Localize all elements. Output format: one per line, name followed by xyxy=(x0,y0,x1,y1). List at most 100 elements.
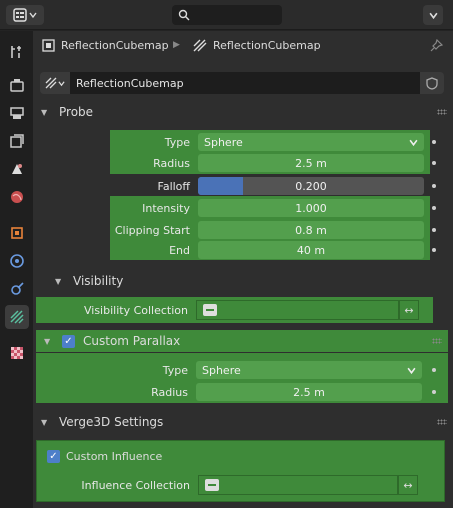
properties-tabs xyxy=(0,31,33,508)
panel-custom-parallax-header[interactable]: ▼ ✓ Custom Parallax xyxy=(36,330,448,352)
parallax-radius-row: Radius 2.5 m xyxy=(36,383,448,401)
keyframe-dot[interactable] xyxy=(432,248,436,252)
physics-icon xyxy=(10,254,24,268)
probe-type-label: Type xyxy=(164,135,190,149)
datablock-selector: ReflectionCubemap xyxy=(40,72,445,94)
probe-falloff-label: Falloff xyxy=(157,179,190,193)
probe-end-row: End 40 m xyxy=(110,241,430,259)
texture-icon xyxy=(11,347,23,359)
options-dropdown[interactable] xyxy=(423,5,443,25)
custom-influence-row: ✓ Custom Influence xyxy=(47,450,162,463)
parallax-type-row: Type Sphere xyxy=(36,361,448,379)
shield-icon xyxy=(426,76,438,90)
tab-scene[interactable] xyxy=(5,157,29,181)
expand-triangle-icon: ▼ xyxy=(41,107,48,117)
probe-clip-start-row: Clipping Start 0.8 m xyxy=(110,221,430,239)
chevron-down-icon xyxy=(29,12,37,19)
keyframe-dot[interactable] xyxy=(432,228,436,232)
tab-physics[interactable] xyxy=(5,249,29,273)
drag-handle-icon[interactable] xyxy=(437,419,447,425)
probe-radius-row: Radius 2.5 m xyxy=(110,154,430,172)
tab-tool[interactable] xyxy=(5,40,29,64)
probe-type-value: Sphere xyxy=(204,135,243,149)
probe-type-dropdown[interactable]: Sphere xyxy=(198,133,424,151)
tab-world[interactable] xyxy=(5,185,29,209)
expand-triangle-icon: ▼ xyxy=(55,276,62,286)
view-layer-icon xyxy=(10,134,24,148)
properties-editor-icon xyxy=(13,8,27,22)
chevron-down-icon xyxy=(428,12,438,19)
breadcrumb-separator-icon: ▶ xyxy=(173,40,180,50)
probe-clip-start-field[interactable]: 0.8 m xyxy=(198,221,424,239)
editor-type-dropdown[interactable] xyxy=(6,5,44,25)
invert-influence-collection-button[interactable]: ↔ xyxy=(398,475,418,495)
chevron-down-icon xyxy=(407,367,416,374)
keyframe-dot[interactable] xyxy=(432,206,436,210)
probe-falloff-slider[interactable]: 0.200 xyxy=(198,177,424,195)
datablock-name-field[interactable]: ReflectionCubemap xyxy=(70,72,420,94)
probe-radius-label: Radius xyxy=(153,156,190,170)
properties-content: ReflectionCubemap ▶ ReflectionCubemap Re… xyxy=(33,31,453,508)
influence-collection-label: Influence Collection xyxy=(81,478,190,492)
breadcrumb-data-label: ReflectionCubemap xyxy=(213,39,321,52)
probe-clip-start-label: Clipping Start xyxy=(114,223,190,237)
panel-custom-parallax-title: Custom Parallax xyxy=(83,334,181,348)
checkmark-icon: ✓ xyxy=(49,451,58,462)
panel-visibility-title: Visibility xyxy=(73,274,124,288)
search-input[interactable] xyxy=(172,5,282,25)
influence-collection-field[interactable] xyxy=(198,475,398,495)
invert-collection-button[interactable]: ↔ xyxy=(399,300,419,320)
parallax-radius-field[interactable]: 2.5 m xyxy=(196,383,422,401)
swap-arrows-icon: ↔ xyxy=(403,478,413,492)
visibility-collection-label: Visibility Collection xyxy=(83,303,188,317)
collection-icon xyxy=(203,304,217,316)
tab-constraints[interactable] xyxy=(5,277,29,301)
keyframe-dot[interactable] xyxy=(432,161,436,165)
keyframe-dot[interactable] xyxy=(432,390,436,394)
tab-object[interactable] xyxy=(5,221,29,245)
tab-light-probe-data[interactable] xyxy=(5,305,29,329)
chevron-down-icon xyxy=(58,80,65,86)
light-probe-icon xyxy=(45,77,57,89)
custom-parallax-checkbox[interactable]: ✓ xyxy=(62,334,75,348)
probe-intensity-label: Intensity xyxy=(142,201,190,215)
probe-intensity-row: Intensity 1.000 xyxy=(110,199,430,217)
render-icon xyxy=(10,79,24,92)
influence-collection-row: Influence Collection ↔ xyxy=(36,475,445,495)
probe-end-field[interactable]: 40 m xyxy=(198,241,424,259)
drag-handle-icon[interactable] xyxy=(432,338,442,344)
panel-verge3d-header[interactable]: ▼ Verge3D Settings xyxy=(33,411,453,433)
object-icon xyxy=(11,227,23,239)
breadcrumb-object-label: ReflectionCubemap xyxy=(61,39,169,52)
tab-view-layer[interactable] xyxy=(5,129,29,153)
breadcrumb-data: ReflectionCubemap xyxy=(193,39,321,52)
panel-probe-header[interactable]: ▼ Probe xyxy=(33,101,453,123)
custom-influence-checkbox[interactable]: ✓ xyxy=(47,450,60,463)
probe-intensity-field[interactable]: 1.000 xyxy=(198,199,424,217)
visibility-collection-field[interactable] xyxy=(196,300,399,320)
swap-arrows-icon: ↔ xyxy=(404,303,414,317)
parallax-type-dropdown[interactable]: Sphere xyxy=(196,361,422,379)
light-probe-icon xyxy=(10,310,24,324)
tool-icon xyxy=(11,46,21,58)
drag-handle-icon[interactable] xyxy=(437,109,447,115)
expand-triangle-icon: ▼ xyxy=(41,417,48,427)
keyframe-dot[interactable] xyxy=(432,368,436,372)
checkmark-icon: ✓ xyxy=(64,335,73,347)
pin-icon[interactable] xyxy=(430,38,444,56)
keyframe-dot[interactable] xyxy=(432,184,436,188)
panel-visibility-header[interactable]: ▼ Visibility xyxy=(33,270,453,292)
breadcrumb: ReflectionCubemap ▶ ReflectionCubemap xyxy=(33,31,453,65)
custom-influence-label: Custom Influence xyxy=(66,450,163,463)
tab-render[interactable] xyxy=(5,73,29,97)
breadcrumb-object: ReflectionCubemap xyxy=(42,39,169,52)
datablock-browse-button[interactable] xyxy=(40,72,70,94)
keyframe-dot[interactable] xyxy=(432,140,436,144)
tab-output[interactable] xyxy=(5,101,29,125)
tab-texture[interactable] xyxy=(5,341,29,365)
search-icon xyxy=(178,9,190,21)
expand-triangle-icon: ▼ xyxy=(44,336,51,346)
fake-user-button[interactable] xyxy=(420,72,444,94)
light-probe-icon xyxy=(193,39,207,52)
probe-radius-field[interactable]: 2.5 m xyxy=(198,154,424,172)
